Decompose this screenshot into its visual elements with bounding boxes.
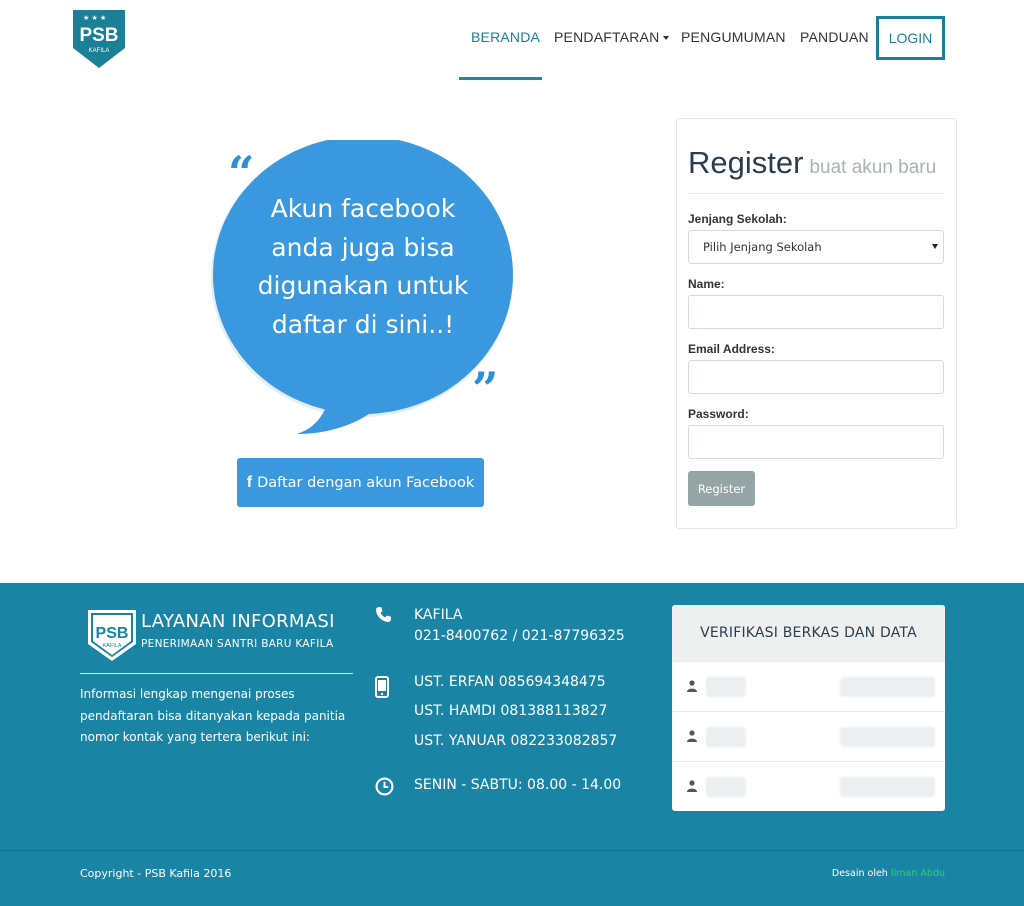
nav-pengumuman[interactable]: PENGUMUMAN <box>681 29 786 45</box>
footer-logo: PSB KAFILA <box>88 610 136 661</box>
contact-hamdi: UST. HAMDI 081388113827 <box>414 703 608 719</box>
register-panel: Register buat akun baru Jenjang Sekolah: … <box>676 118 957 529</box>
footer-divider-line <box>80 673 353 674</box>
password-input[interactable] <box>688 425 944 459</box>
caret-down-icon <box>663 36 670 41</box>
blurred-name <box>706 677 746 697</box>
footer-title: LAYANAN INFORMASI <box>141 611 335 632</box>
credit-text: Desain oleh Ilman Abdu <box>832 868 945 879</box>
blurred-value <box>840 777 935 797</box>
email-label: Email Address: <box>688 342 775 356</box>
blurred-name <box>706 727 746 747</box>
level-select[interactable]: Pilih Jenjang Sekolah <box>688 230 944 264</box>
copyright-text: Copyright - PSB Kafila 2016 <box>80 867 232 880</box>
register-title-text: Register <box>688 145 804 180</box>
nav-active-indicator <box>459 77 542 80</box>
contact-yanuar: UST. YANUAR 082233082857 <box>414 733 618 749</box>
bubble-text: Akun facebook anda juga bisa digunakan u… <box>257 194 469 339</box>
name-label: Name: <box>688 277 725 291</box>
svg-text:PSB: PSB <box>96 625 129 642</box>
contact-erfan: UST. ERFAN 085694348475 <box>414 674 606 690</box>
office-name: KAFILA <box>414 607 463 623</box>
password-label: Password: <box>688 407 749 421</box>
svg-text:KAFILA: KAFILA <box>103 643 122 649</box>
level-label: Jenjang Sekolah: <box>688 212 787 226</box>
footer-bottom-divider <box>0 850 1024 851</box>
clock-icon <box>375 777 394 796</box>
office-phones: 021-8400762 / 021-87796325 <box>414 628 625 644</box>
footer: PSB KAFILA LAYANAN INFORMASI PENERIMAAN … <box>0 583 1024 906</box>
phone-icon <box>376 607 391 622</box>
quote-close-icon: ” <box>472 362 499 416</box>
register-submit-button[interactable]: Register <box>688 471 755 506</box>
blurred-value <box>840 677 935 697</box>
verification-title: VERIFIKASI BERKAS DAN DATA <box>672 605 945 661</box>
caret-down-icon <box>932 244 938 249</box>
blurred-name <box>706 777 746 797</box>
user-icon <box>687 730 697 742</box>
credit-author-link[interactable]: Ilman Abdu <box>891 868 945 879</box>
register-divider <box>688 193 944 194</box>
logo-text: PSB <box>79 25 118 46</box>
register-title: Register buat akun baru <box>688 145 936 181</box>
navbar: ★ ★ ★ PSB KAFILA BERANDA PENDAFTARAN PEN… <box>0 0 1024 80</box>
footer-subtitle: PENERIMAAN SANTRI BARU KAFILA <box>141 638 334 650</box>
office-hours: SENIN - SABTU: 08.00 - 14.00 <box>414 777 622 793</box>
mobile-icon <box>375 676 389 698</box>
name-input[interactable] <box>688 295 944 329</box>
nav-pendaftaran[interactable]: PENDAFTARAN <box>554 29 670 45</box>
nav-beranda[interactable]: BERANDA <box>471 29 540 45</box>
verification-row <box>672 711 945 761</box>
facebook-register-button[interactable]: f Daftar dengan akun Facebook <box>237 458 484 507</box>
verification-row <box>672 661 945 711</box>
psb-logo[interactable]: ★ ★ ★ PSB KAFILA <box>70 8 128 70</box>
nav-panduan[interactable]: PANDUAN <box>800 29 869 45</box>
blurred-value <box>840 727 935 747</box>
footer-description: Informasi lengkap mengenai proses pendaf… <box>80 687 346 744</box>
verification-panel: VERIFIKASI BERKAS DAN DATA <box>672 605 945 811</box>
register-subtitle: buat akun baru <box>809 157 937 178</box>
credit-prefix: Desain oleh <box>831 868 888 879</box>
logo-subtext: KAFILA <box>89 48 110 54</box>
login-button[interactable]: LOGIN <box>876 16 945 60</box>
facebook-button-label: Daftar dengan akun Facebook <box>257 474 475 491</box>
level-select-value: Pilih Jenjang Sekolah <box>703 240 822 254</box>
user-icon <box>687 780 697 792</box>
facebook-icon: f <box>246 473 253 491</box>
email-input[interactable] <box>688 360 944 394</box>
svg-text:★ ★ ★: ★ ★ ★ <box>83 14 106 22</box>
verification-row <box>672 761 945 811</box>
nav-pendaftaran-label: PENDAFTARAN <box>554 29 660 45</box>
user-icon <box>687 680 697 692</box>
